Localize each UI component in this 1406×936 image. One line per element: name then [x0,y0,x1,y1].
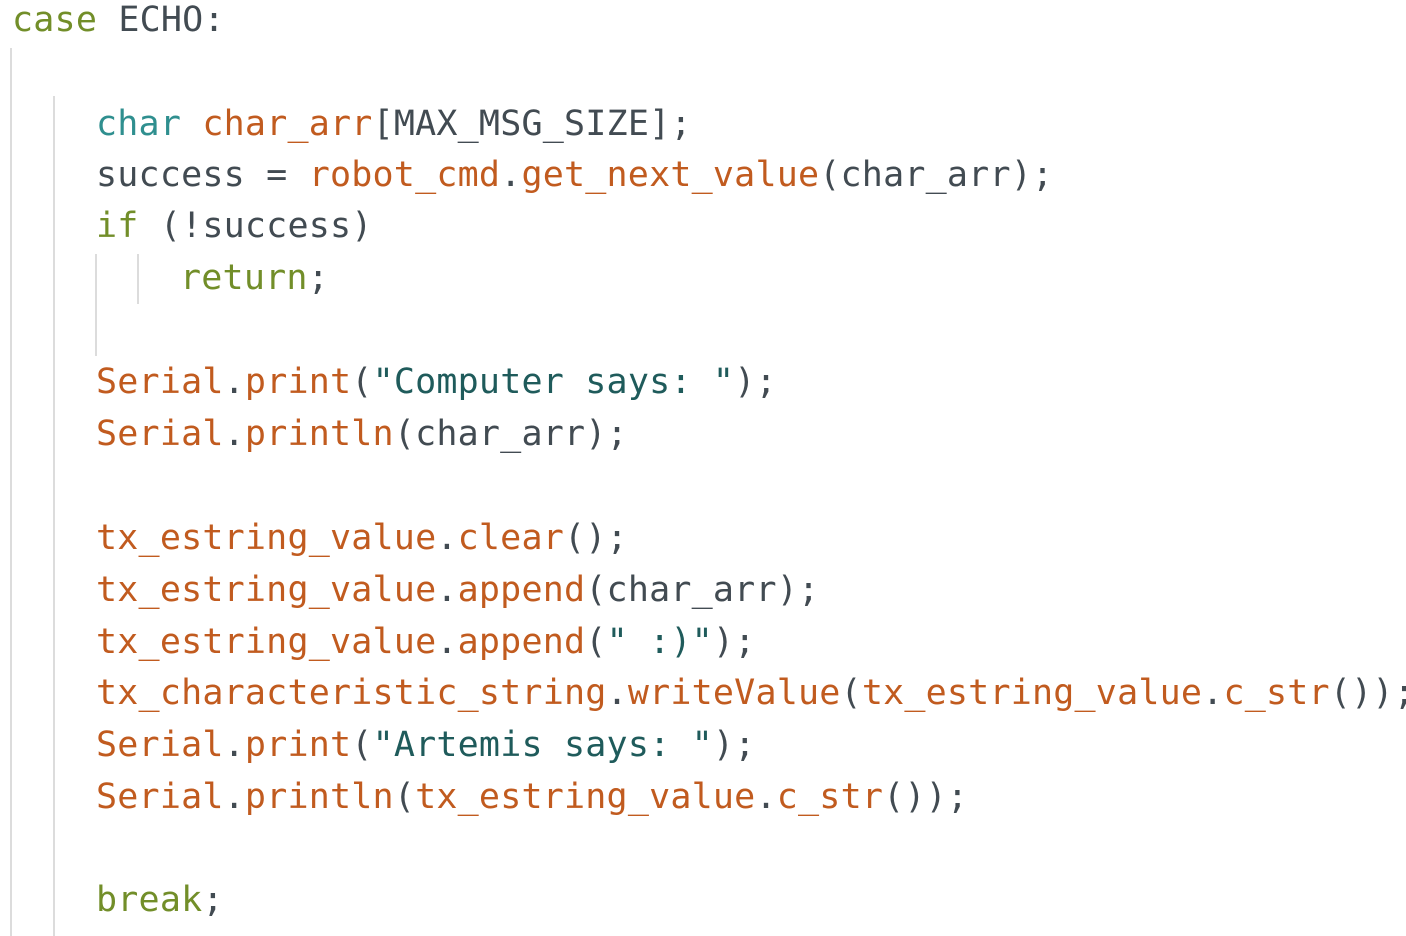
code-line[interactable]: Serial.print("Computer says: "); [96,356,777,408]
keyword-token: break [96,880,203,920]
identifier-token: Serial [96,725,224,765]
code-token: . [606,673,628,713]
code-token: (!success) [138,206,373,246]
identifier-token: writeValue [627,673,841,713]
code-line[interactable]: return; [180,252,329,304]
code-token: . [436,570,458,610]
code-token: . [755,777,777,817]
code-token: success = [96,155,309,195]
code-token: ( [351,362,373,402]
code-line[interactable]: Serial.println(char_arr); [96,408,628,460]
identifier-token: Serial [96,777,224,817]
identifier-token: print [244,725,352,765]
keyword-token: case [12,0,98,40]
indent-guide-outer [10,48,12,936]
code-line[interactable]: char char_arr[MAX_MSG_SIZE]; [96,98,692,150]
identifier-token: println [244,777,394,817]
string-literal: " :)" [606,622,713,662]
code-line[interactable]: if (!success) [96,200,373,252]
identifier-token: tx_estring_value [861,673,1203,713]
code-token: . [436,622,458,662]
code-token: ; [202,880,224,920]
code-line[interactable]: tx_characteristic_string.writeValue(tx_e… [96,667,1406,719]
code-token: ); [712,725,756,765]
code-line[interactable]: tx_estring_value.append(char_arr); [96,564,819,616]
identifier-token: char_arr [202,104,373,144]
keyword-token: if [96,206,139,246]
code-token: ; [307,258,329,298]
string-literal: "Artemis says: " [372,725,713,765]
identifier-token: clear [457,518,564,558]
indent-guide-if [95,254,97,356]
code-line[interactable]: Serial.print("Artemis says: "); [96,719,755,771]
identifier-token: Serial [96,414,224,454]
code-token: ()); [1329,673,1406,713]
code-editor[interactable]: case ECHO: char char_arr[MAX_MSG_SIZE]; su… [0,0,1406,936]
code-line[interactable]: success = robot_cmd.get_next_value(char_… [96,149,1053,201]
indent-guide-case [53,96,55,936]
code-line[interactable]: tx_estring_value.append(" :)"); [96,616,755,668]
indent-guide-if-body [137,254,139,304]
code-line[interactable]: tx_estring_value.clear(); [96,512,628,564]
code-token: ( [351,725,373,765]
keyword-token: return [180,258,308,298]
code-token: (); [564,518,628,558]
code-token: . [500,155,522,195]
identifier-token: c_str [776,777,884,817]
code-token: (char_arr); [585,570,820,610]
identifier-token: append [457,622,586,662]
code-token: [MAX_MSG_SIZE]; [372,104,692,144]
code-token: ()); [883,777,969,817]
code-token: ( [393,777,416,817]
code-token: ( [840,673,862,713]
identifier-token: tx_estring_value [96,518,437,558]
code-token: . [223,777,245,817]
identifier-token: tx_characteristic_string [96,673,607,713]
code-token: . [223,725,245,765]
code-token: . [223,362,245,402]
code-token: (char_arr); [819,155,1054,195]
identifier-token: println [244,414,394,454]
code-token: ); [712,622,756,662]
code-token: ( [585,622,607,662]
identifier-token: robot_cmd [308,155,501,195]
code-token: . [436,518,458,558]
identifier-token: Serial [96,362,224,402]
code-token: (char_arr); [393,414,628,454]
identifier-token: tx_estring_value [96,622,437,662]
code-line[interactable]: case ECHO: [12,0,225,46]
identifier-token: tx_estring_value [415,777,756,817]
identifier-token: print [244,362,352,402]
identifier-token: get_next_value [521,155,820,195]
identifier-token: c_str [1223,673,1330,713]
code-line[interactable]: Serial.println(tx_estring_value.c_str())… [96,771,968,823]
code-token: . [1202,673,1224,713]
code-line[interactable]: break; [96,874,224,926]
code-token: . [223,414,245,454]
code-token: ECHO: [97,0,225,40]
code-token: ); [734,362,777,402]
identifier-token: append [457,570,586,610]
identifier-token: tx_estring_value [96,570,437,610]
string-literal: "Computer says: " [372,362,735,402]
type-token: char [96,104,182,144]
